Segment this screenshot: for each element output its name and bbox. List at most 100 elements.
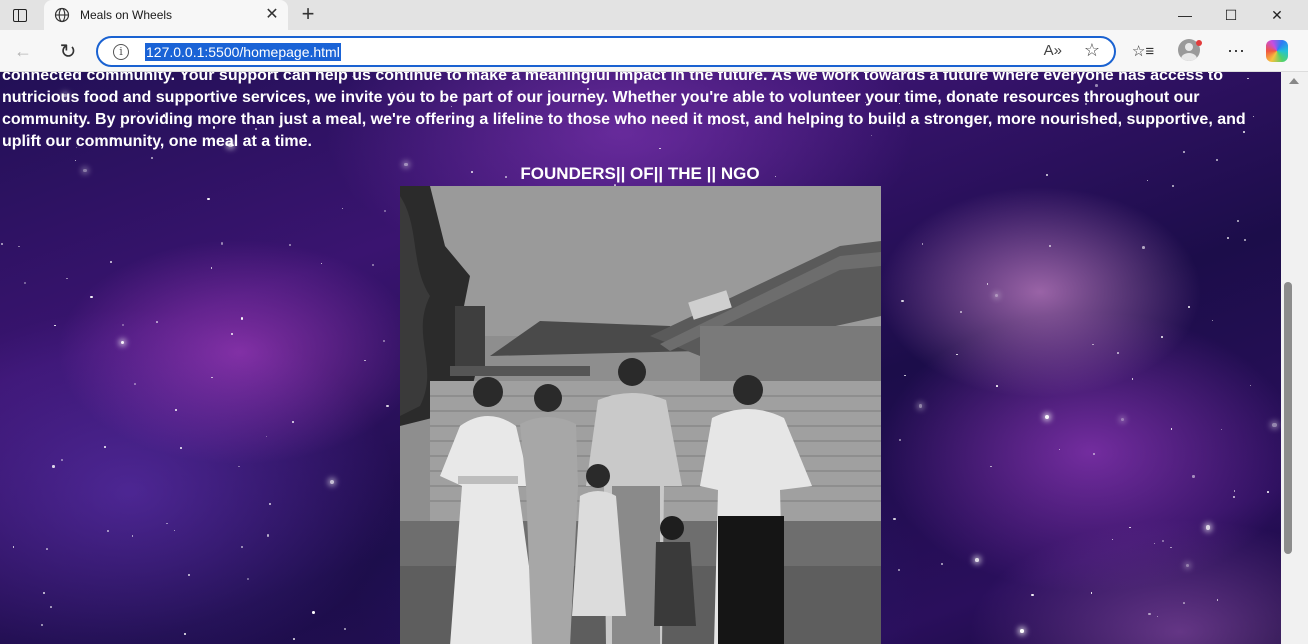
star-icon[interactable]: ☆ (1084, 40, 1100, 61)
address-bar[interactable]: i 127.0.0.1:5500/homepage.html A» ☆ (96, 36, 1116, 67)
star-dot (1111, 539, 1113, 541)
tab-strip: Meals on Wheels ✕ + — ☐ ✕ (0, 0, 1308, 30)
star-dot (1117, 352, 1119, 355)
back-arrow-icon[interactable]: ← (9, 38, 37, 64)
maximize-button[interactable]: ☐ (1208, 0, 1254, 30)
star-dot (1212, 320, 1214, 322)
star-dot (240, 545, 244, 549)
star-dot (211, 376, 213, 379)
star-dot (986, 283, 989, 285)
star-dot (1221, 429, 1223, 431)
url-text[interactable]: 127.0.0.1:5500/homepage.html (145, 43, 341, 61)
star-dot (134, 383, 137, 385)
star-dot (893, 518, 896, 521)
star-dot (1141, 246, 1145, 249)
star-dot (210, 267, 213, 269)
favorites-icon[interactable]: ☆≡ (1129, 38, 1157, 64)
star-dot (901, 299, 904, 303)
star-dot (174, 409, 177, 411)
star-dot (61, 459, 64, 462)
star-dot (1044, 415, 1049, 420)
star-dot (1249, 384, 1252, 386)
minimize-button[interactable]: — (1162, 0, 1208, 30)
star-dot (90, 295, 93, 299)
star-dot (940, 563, 943, 566)
star-dot (330, 479, 335, 484)
star-dot (1156, 615, 1158, 617)
star-dot (904, 374, 906, 377)
star-dot (1, 243, 3, 245)
star-dot (293, 638, 295, 640)
star-dot (231, 332, 234, 335)
star-dot (1182, 602, 1185, 605)
star-dot (898, 568, 901, 572)
star-dot (75, 160, 77, 162)
star-dot (1171, 185, 1174, 188)
tab-title: Meals on Wheels (80, 8, 173, 22)
star-dot (959, 311, 962, 314)
read-aloud-icon[interactable]: A» (1044, 42, 1062, 59)
browser-toolbar: ← ↻ i 127.0.0.1:5500/homepage.html A» ☆ … (0, 30, 1308, 72)
star-dot (104, 446, 107, 449)
star-dot (1020, 629, 1024, 633)
scrollbar-thumb[interactable] (1284, 282, 1292, 554)
star-dot (1031, 593, 1034, 596)
star-dot (180, 446, 183, 449)
star-dot (106, 530, 109, 533)
star-dot (1272, 422, 1277, 427)
star-dot (922, 243, 924, 245)
info-icon[interactable]: i (113, 44, 129, 60)
star-dot (120, 340, 124, 344)
star-dot (221, 242, 224, 245)
star-dot (66, 277, 68, 280)
star-dot (974, 558, 979, 562)
star-dot (899, 438, 902, 442)
star-dot (371, 264, 374, 267)
star-dot (1170, 428, 1173, 430)
star-dot (151, 157, 154, 160)
star-dot (1092, 453, 1095, 456)
intro-paragraph: connected community. Your support can he… (2, 72, 1246, 150)
star-dot (341, 208, 343, 210)
star-dot (187, 574, 191, 577)
star-dot (956, 353, 958, 356)
founders-group-photo (400, 186, 881, 644)
page-viewport: connected community. Your support can he… (0, 72, 1281, 644)
close-icon[interactable]: ✕ (264, 7, 280, 23)
tab-meals-on-wheels[interactable]: Meals on Wheels ✕ (44, 0, 288, 30)
star-dot (1160, 335, 1163, 339)
star-dot (269, 503, 272, 506)
more-icon[interactable]: ⋯ (1222, 38, 1250, 64)
notification-dot (1196, 40, 1202, 46)
star-dot (1146, 179, 1149, 182)
star-dot (1120, 417, 1124, 422)
star-dot (207, 198, 210, 201)
star-dot (320, 263, 323, 265)
star-dot (382, 339, 386, 343)
star-dot (1131, 378, 1134, 380)
close-window-button[interactable]: ✕ (1254, 0, 1300, 30)
star-dot (1092, 343, 1095, 346)
plus-icon[interactable]: + (296, 3, 320, 26)
star-dot (1216, 599, 1219, 601)
star-dot (246, 578, 249, 581)
copilot-icon[interactable] (1266, 40, 1288, 62)
star-dot (918, 404, 923, 408)
star-dot (50, 606, 52, 608)
star-dot (42, 592, 45, 595)
scroll-up-icon[interactable] (1289, 78, 1299, 84)
star-dot (166, 523, 168, 525)
star-dot (1045, 174, 1048, 177)
tab-actions-icon[interactable] (8, 5, 32, 25)
star-dot (1233, 495, 1236, 498)
star-dot (156, 321, 158, 323)
page-scrollbar[interactable] (1281, 72, 1308, 644)
refresh-icon[interactable]: ↻ (54, 38, 82, 64)
star-dot (1243, 239, 1246, 242)
star-dot (1048, 245, 1051, 248)
star-dot (1215, 159, 1218, 162)
star-dot (1227, 236, 1229, 239)
star-dot (23, 281, 26, 284)
star-dot (1170, 546, 1172, 549)
star-dot (121, 324, 125, 327)
